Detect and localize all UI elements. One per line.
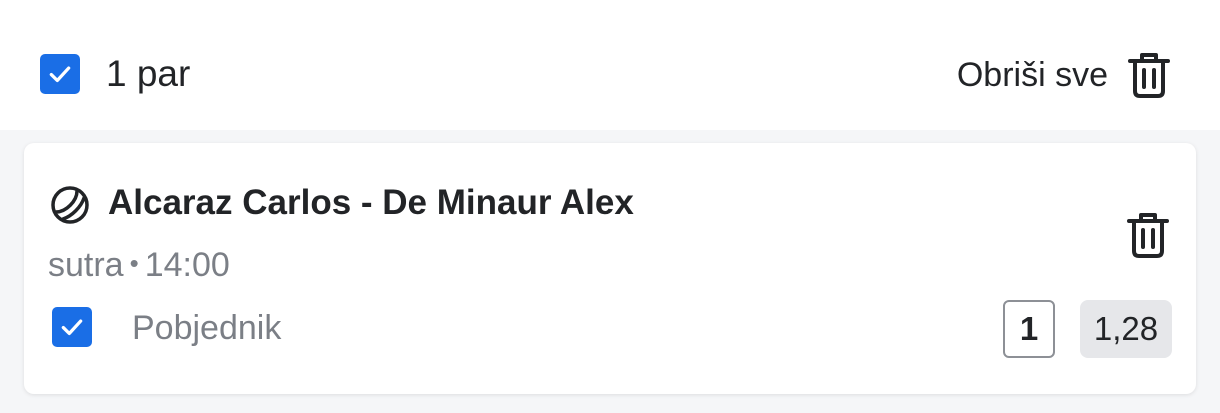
match-start-time: sutra • 14:00 — [48, 241, 230, 287]
match-hour: 14:00 — [144, 246, 230, 284]
checkmark-icon — [49, 66, 71, 83]
market-label: Pobjednik — [132, 309, 282, 347]
outcome-badge: 1 — [1003, 300, 1055, 358]
selection-checkbox[interactable] — [52, 307, 92, 347]
delete-all-button[interactable]: Obriši sve — [957, 50, 1170, 100]
tennis-ball-icon — [51, 186, 89, 224]
separator-dot: • — [129, 248, 139, 278]
bet-card: Alcaraz Carlos - De Minaur Alex sutra • 14… — [24, 143, 1196, 394]
trash-icon — [1128, 53, 1170, 98]
pair-count-label: 1 par — [106, 53, 191, 94]
delete-all-label: Obriši sve — [956, 55, 1108, 94]
match-title: Alcaraz Carlos - De Minaur Alex — [108, 183, 634, 222]
match-day: sutra — [48, 246, 124, 284]
select-all-checkbox[interactable] — [40, 54, 80, 94]
odds-value[interactable]: 1,28 — [1080, 300, 1172, 358]
checkmark-icon — [61, 319, 83, 336]
bet-slip-header: 1 par Obriši sve — [0, 0, 1220, 130]
remove-bet-trash-icon[interactable] — [1126, 211, 1170, 259]
